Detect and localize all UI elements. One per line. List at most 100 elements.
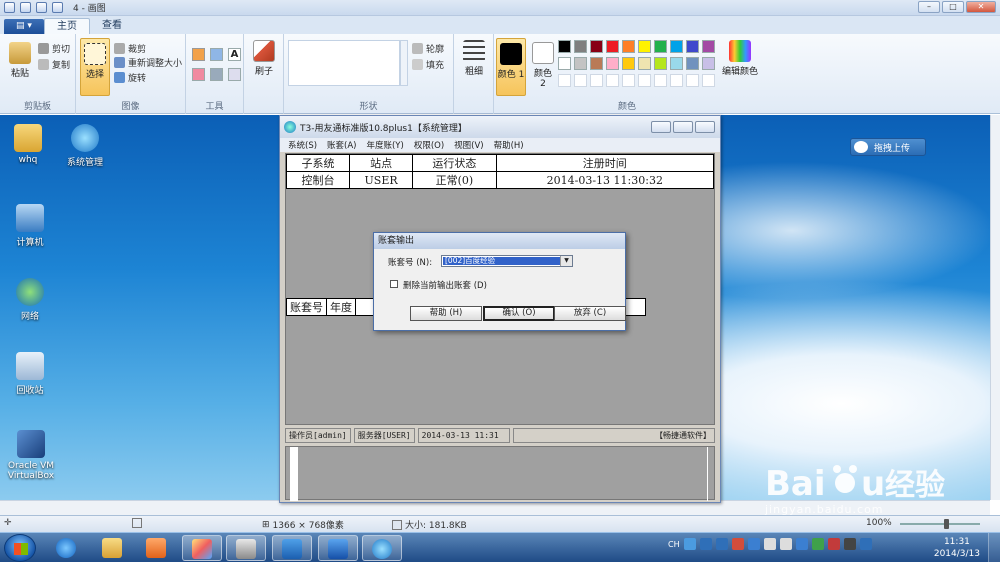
fill-button[interactable]: 填充 <box>412 58 444 71</box>
custom-color-slot[interactable] <box>622 74 635 87</box>
outline-button[interactable]: 轮廓 <box>412 42 444 55</box>
tray-icon[interactable] <box>811 538 824 550</box>
desktop-icon-computer[interactable]: 计算机 <box>5 204 55 248</box>
copy-button[interactable]: 复制 <box>38 58 70 71</box>
text-icon[interactable]: A <box>228 48 241 61</box>
taskbar-system-management[interactable] <box>362 535 402 561</box>
rotate-button[interactable]: 旋转 <box>114 71 146 84</box>
desktop-icon-system-management[interactable]: 系统管理 <box>60 124 110 168</box>
palette-color-swatch[interactable] <box>574 40 587 53</box>
minimize-button[interactable]: – <box>918 1 940 13</box>
tab-home[interactable]: 主页 <box>44 18 90 34</box>
palette-color-swatch[interactable] <box>702 40 715 53</box>
palette-color-swatch[interactable] <box>558 57 571 70</box>
palette-color-swatch[interactable] <box>622 40 635 53</box>
fill-bucket-icon[interactable] <box>210 48 223 61</box>
delete-current-account-checkbox[interactable] <box>390 280 398 288</box>
t3-minimize-button[interactable] <box>651 121 671 133</box>
custom-color-slot[interactable] <box>558 74 571 87</box>
edit-colors-button[interactable]: 编辑颜色 <box>722 40 758 77</box>
table-row[interactable]: 控制台 USER 正常(0) 2014-03-13 11:30:32 <box>286 171 715 189</box>
palette-color-swatch[interactable] <box>606 40 619 53</box>
tray-icon[interactable] <box>747 538 760 550</box>
desktop-icon-recycle-bin[interactable]: 回收站 <box>5 352 55 396</box>
custom-color-slot[interactable] <box>590 74 603 87</box>
shapes-gallery[interactable] <box>288 40 400 86</box>
menu-permission[interactable]: 权限(O) <box>414 139 444 151</box>
palette-color-swatch[interactable] <box>574 57 587 70</box>
palette-color-swatch[interactable] <box>606 57 619 70</box>
vertical-scrollbar[interactable] <box>990 115 1000 500</box>
palette-color-swatch[interactable] <box>558 40 571 53</box>
pencil-icon[interactable] <box>192 48 205 61</box>
menu-annual-account[interactable]: 年度账(Y) <box>366 139 403 151</box>
cancel-button[interactable]: 放弃 (C) <box>554 306 626 321</box>
taskbar-maxthon[interactable] <box>318 535 358 561</box>
custom-color-slot[interactable] <box>606 74 619 87</box>
crop-button[interactable]: 裁剪 <box>114 42 146 55</box>
custom-color-slot[interactable] <box>686 74 699 87</box>
undo-icon[interactable] <box>36 2 47 13</box>
custom-color-slot[interactable] <box>654 74 667 87</box>
size-button[interactable]: 粗细 <box>460 40 488 77</box>
custom-color-slot[interactable] <box>638 74 651 87</box>
palette-color-swatch[interactable] <box>590 57 603 70</box>
tray-icon[interactable] <box>843 538 856 550</box>
tray-icon[interactable] <box>715 538 728 550</box>
taskbar-cloud[interactable] <box>272 535 312 561</box>
palette-color-swatch[interactable] <box>654 40 667 53</box>
help-button[interactable]: 帮助 (H) <box>410 306 482 321</box>
input-method-indicator[interactable]: CH <box>668 540 680 549</box>
zoom-slider-thumb[interactable] <box>944 519 949 529</box>
custom-color-slot[interactable] <box>670 74 683 87</box>
taskbar-paint[interactable] <box>182 535 222 561</box>
menu-system[interactable]: 系统(S) <box>288 139 317 151</box>
taskbar-t3[interactable] <box>226 535 266 561</box>
tray-icon[interactable] <box>699 538 712 550</box>
tray-icon[interactable] <box>795 538 808 550</box>
custom-color-slot[interactable] <box>574 74 587 87</box>
palette-color-swatch[interactable] <box>686 40 699 53</box>
palette-color-swatch[interactable] <box>590 40 603 53</box>
confirm-button[interactable]: 确认 (O) <box>483 306 555 321</box>
cut-button[interactable]: 剪切 <box>38 42 70 55</box>
network-tray-icon[interactable] <box>763 538 776 550</box>
t3-restore-button[interactable] <box>673 121 693 133</box>
select-button[interactable]: 选择 <box>80 38 110 96</box>
desktop-icon-folder[interactable]: whq <box>3 124 53 165</box>
menu-help[interactable]: 帮助(H) <box>494 139 524 151</box>
drag-upload-button[interactable]: 拖拽上传 <box>850 138 926 156</box>
palette-color-swatch[interactable] <box>622 57 635 70</box>
clock[interactable]: 11:31 2014/3/13 <box>934 536 980 560</box>
chevron-down-icon[interactable]: ▼ <box>560 256 572 266</box>
magnifier-icon[interactable] <box>228 68 241 81</box>
tray-icon[interactable] <box>859 538 872 550</box>
tray-icon[interactable] <box>683 538 696 550</box>
taskbar-ie[interactable] <box>46 535 86 561</box>
desktop-icon-virtualbox[interactable]: Oracle VM VirtualBox <box>3 430 59 481</box>
file-menu-button[interactable]: ▤ ▾ <box>4 19 44 34</box>
tray-icon[interactable] <box>827 538 840 550</box>
color2-button[interactable]: 颜色 2 <box>530 38 556 89</box>
taskbar-explorer[interactable] <box>92 535 132 561</box>
volume-icon[interactable] <box>779 538 792 550</box>
palette-color-swatch[interactable] <box>670 57 683 70</box>
palette-color-swatch[interactable] <box>638 57 651 70</box>
save-icon[interactable] <box>20 2 31 13</box>
palette-color-swatch[interactable] <box>702 57 715 70</box>
shapes-gallery-scroll[interactable] <box>400 40 408 86</box>
custom-color-slot[interactable] <box>702 74 715 87</box>
eraser-icon[interactable] <box>192 68 205 81</box>
close-button[interactable]: ✕ <box>966 1 996 13</box>
palette-color-swatch[interactable] <box>654 57 667 70</box>
color1-button[interactable]: 颜色 1 <box>496 38 526 96</box>
tab-view[interactable]: 查看 <box>90 18 134 34</box>
start-button[interactable] <box>4 534 36 562</box>
resize-button[interactable]: 重新调整大小 <box>114 56 182 69</box>
maximize-button[interactable]: □ <box>942 1 964 13</box>
color-picker-icon[interactable] <box>210 68 223 81</box>
paint-app-icon[interactable] <box>4 2 15 13</box>
zoom-slider-track[interactable] <box>900 523 980 525</box>
desktop-icon-network[interactable]: 网络 <box>5 278 55 322</box>
redo-icon[interactable] <box>52 2 63 13</box>
